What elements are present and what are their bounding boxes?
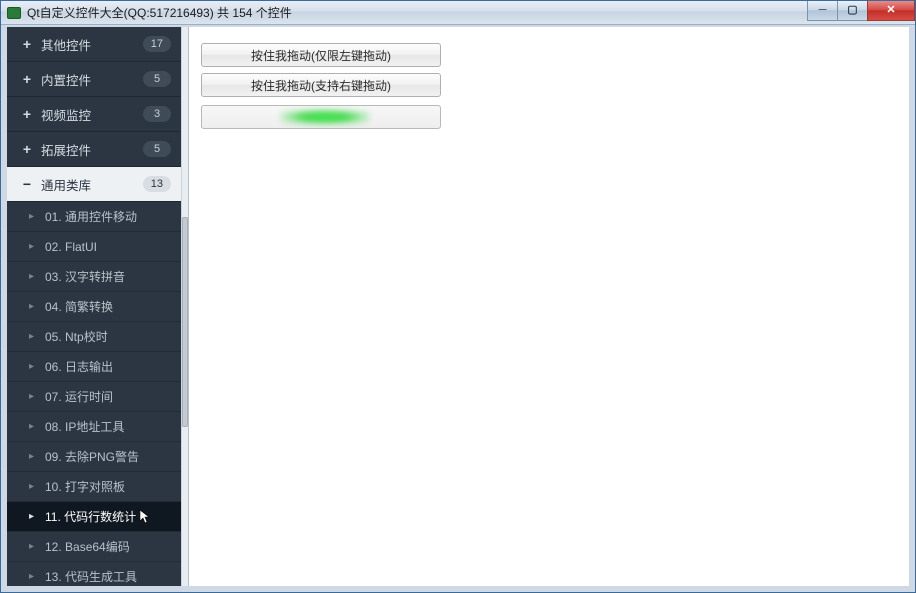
scrollbar-thumb[interactable]	[182, 217, 188, 427]
item-label: 04. 简繁转换	[45, 298, 113, 315]
item-label: 08. IP地址工具	[45, 418, 124, 435]
list-item[interactable]: ▸ 04. 简繁转换	[7, 292, 181, 322]
chevron-right-icon: ▸	[29, 331, 37, 342]
drag-button-left-only[interactable]: 按住我拖动(仅限左键拖动)	[201, 43, 441, 67]
item-label: 13. 代码生成工具	[45, 568, 137, 585]
item-label: 01. 通用控件移动	[45, 208, 137, 225]
category-badge: 17	[143, 36, 171, 52]
category-label: 视频监控	[41, 105, 143, 124]
close-button[interactable]: ✕	[867, 1, 915, 21]
list-item[interactable]: ▸ 12. Base64编码	[7, 532, 181, 562]
maximize-icon: ▢	[847, 5, 857, 16]
list-item[interactable]: ▸ 05. Ntp校时	[7, 322, 181, 352]
maximize-button[interactable]: ▢	[837, 1, 867, 21]
sidebar-scrollbar[interactable]	[181, 27, 188, 586]
category-badge: 5	[143, 71, 171, 87]
category-extend[interactable]: + 拓展控件 5	[7, 132, 181, 167]
progress-bar	[201, 105, 441, 129]
list-item[interactable]: ▸ 06. 日志输出	[7, 352, 181, 382]
list-item[interactable]: ▸ 02. FlatUI	[7, 232, 181, 262]
category-badge: 13	[143, 176, 171, 192]
button-label: 按住我拖动(支持右键拖动)	[251, 77, 391, 94]
chevron-right-icon: ▸	[29, 271, 37, 282]
minimize-button[interactable]: ─	[807, 1, 837, 21]
list-item[interactable]: ▸ 07. 运行时间	[7, 382, 181, 412]
main-content: 按住我拖动(仅限左键拖动) 按住我拖动(支持右键拖动)	[189, 27, 909, 586]
close-icon: ✕	[886, 5, 895, 16]
list-item[interactable]: ▸ 08. IP地址工具	[7, 412, 181, 442]
drag-button-right-support[interactable]: 按住我拖动(支持右键拖动)	[201, 73, 441, 97]
item-label: 10. 打字对照板	[45, 478, 125, 495]
item-label: 11. 代码行数统计	[45, 508, 136, 525]
list-item[interactable]: ▸ 09. 去除PNG警告	[7, 442, 181, 472]
titlebar[interactable]: Qt自定义控件大全(QQ:517216493) 共 154 个控件 ─ ▢ ✕	[1, 1, 915, 25]
app-window: Qt自定义控件大全(QQ:517216493) 共 154 个控件 ─ ▢ ✕ …	[0, 0, 916, 593]
category-label: 其他控件	[41, 35, 143, 54]
item-label: 09. 去除PNG警告	[45, 448, 139, 465]
chevron-right-icon: ▸	[29, 241, 37, 252]
list-item-selected[interactable]: ▸ 11. 代码行数统计	[7, 502, 181, 532]
plus-icon: +	[21, 71, 33, 87]
list-item[interactable]: ▸ 10. 打字对照板	[7, 472, 181, 502]
item-label: 06. 日志输出	[45, 358, 113, 375]
category-badge: 3	[143, 106, 171, 122]
plus-icon: +	[21, 141, 33, 157]
category-label: 内置控件	[41, 70, 143, 89]
item-label: 05. Ntp校时	[45, 328, 108, 345]
window-controls: ─ ▢ ✕	[807, 1, 915, 21]
sidebar: + 其他控件 17 + 内置控件 5 + 视频监控 3 + 拓展控件 5	[7, 27, 181, 586]
chevron-right-icon: ▸	[29, 481, 37, 492]
chevron-right-icon: ▸	[29, 571, 37, 582]
client-area: + 其他控件 17 + 内置控件 5 + 视频监控 3 + 拓展控件 5	[1, 25, 915, 592]
category-video[interactable]: + 视频监控 3	[7, 97, 181, 132]
chevron-right-icon: ▸	[29, 301, 37, 312]
category-label: 拓展控件	[41, 140, 143, 159]
chevron-right-icon: ▸	[29, 391, 37, 402]
item-label: 12. Base64编码	[45, 538, 130, 555]
item-label: 03. 汉字转拼音	[45, 268, 125, 285]
plus-icon: +	[21, 106, 33, 122]
chevron-right-icon: ▸	[29, 541, 37, 552]
chevron-right-icon: ▸	[29, 421, 37, 432]
minimize-icon: ─	[819, 5, 827, 16]
item-label: 07. 运行时间	[45, 388, 113, 405]
category-label: 通用类库	[41, 175, 143, 194]
plus-icon: +	[21, 36, 33, 52]
category-badge: 5	[143, 141, 171, 157]
minus-icon: −	[21, 176, 33, 192]
progress-fill	[280, 109, 370, 125]
list-item[interactable]: ▸ 03. 汉字转拼音	[7, 262, 181, 292]
item-label: 02. FlatUI	[45, 240, 97, 254]
list-item[interactable]: ▸ 01. 通用控件移动	[7, 202, 181, 232]
app-icon	[7, 7, 21, 19]
chevron-right-icon: ▸	[29, 511, 37, 522]
category-other[interactable]: + 其他控件 17	[7, 27, 181, 62]
sidebar-container: + 其他控件 17 + 内置控件 5 + 视频监控 3 + 拓展控件 5	[7, 27, 189, 586]
list-item[interactable]: ▸ 13. 代码生成工具	[7, 562, 181, 586]
cursor-icon	[140, 509, 150, 524]
category-common[interactable]: − 通用类库 13	[7, 167, 181, 202]
chevron-right-icon: ▸	[29, 211, 37, 222]
window-title: Qt自定义控件大全(QQ:517216493) 共 154 个控件	[27, 4, 292, 21]
chevron-right-icon: ▸	[29, 361, 37, 372]
chevron-right-icon: ▸	[29, 451, 37, 462]
category-builtin[interactable]: + 内置控件 5	[7, 62, 181, 97]
button-label: 按住我拖动(仅限左键拖动)	[251, 47, 391, 64]
